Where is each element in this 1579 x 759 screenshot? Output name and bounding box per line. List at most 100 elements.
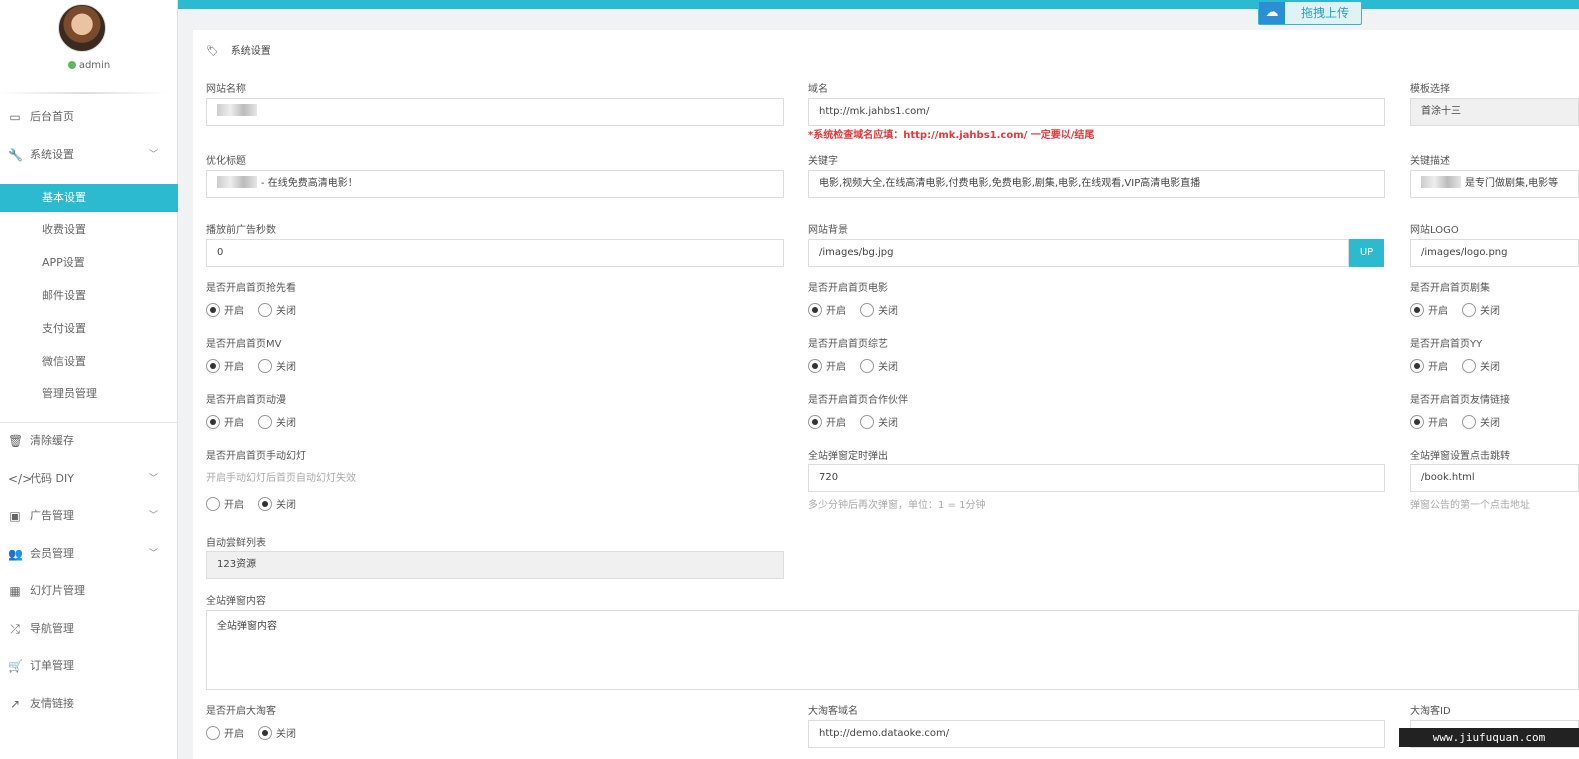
sidebar-subitem-admins[interactable]: 管理员管理 [0, 380, 178, 408]
sidebar-item-dashboard[interactable]: ▭ 后台首页 [0, 102, 178, 132]
sidebar-item-code-diy[interactable]: </> 代码 DIY ﹀ [0, 464, 178, 494]
divider [0, 422, 178, 423]
cart-icon: 🛒 [8, 659, 23, 673]
popup-content-textarea[interactable]: 全站弹窗内容 [206, 610, 1579, 690]
toggle-anime-label: 是否开启首页动漫 [206, 395, 286, 406]
radio-on[interactable] [206, 359, 220, 373]
description-value: 是专门做剧集,电影等 [1465, 178, 1559, 189]
wrench-icon: 🔧 [8, 148, 23, 162]
radio-on[interactable] [1410, 415, 1424, 429]
site-name-input[interactable] [206, 98, 784, 126]
radio-off[interactable] [258, 497, 272, 511]
radio-on-label: 开启 [224, 362, 244, 373]
sidebar-item-label: 会员管理 [30, 547, 74, 560]
radio-off[interactable] [258, 726, 272, 740]
sidebar-item-label: 导航管理 [30, 622, 74, 635]
sidebar-item-clear-cache[interactable]: 🗑 清除缓存 [0, 426, 178, 456]
keywords-input[interactable]: 电影,视频大全,在线高清电影,付费电影,免费电影,剧集,电影,在线观看,VIP高… [808, 170, 1385, 198]
sidebar-item-slides[interactable]: ▦ 幻灯片管理 [0, 576, 178, 606]
toggle-partner-label: 是否开启首页合作伙伴 [808, 395, 908, 406]
sidebar-subitem-app[interactable]: APP设置 [0, 249, 178, 277]
redacted-text [1421, 176, 1461, 188]
keywords-label: 关键字 [808, 156, 838, 167]
sidebar-item-system-settings[interactable]: 🔧 系统设置 ﹀ [0, 140, 178, 170]
radio-off[interactable] [860, 359, 874, 373]
radio-off[interactable] [860, 303, 874, 317]
toggle-preview-label: 是否开启首页抢先看 [206, 283, 296, 294]
toggle-series-label: 是否开启首页剧集 [1410, 283, 1490, 294]
dataoke-toggle-radios: 开启 关闭 [206, 725, 296, 741]
upload-background-button[interactable]: UP [1349, 239, 1384, 267]
toggle-preview-radios: 开启 关闭 [206, 302, 296, 318]
toggle-links-radios: 开启 关闭 [1410, 414, 1500, 430]
radio-on[interactable] [1410, 303, 1424, 317]
radio-on[interactable] [206, 303, 220, 317]
sidebar-subitem-basic[interactable]: 基本设置 [0, 184, 178, 212]
sidebar-subitem-payment[interactable]: 支付设置 [0, 315, 178, 343]
radio-on-label: 开启 [1428, 362, 1448, 373]
description-label: 关键描述 [1410, 156, 1450, 167]
sidebar-item-links[interactable]: ↗ 友情链接 [0, 689, 178, 719]
trash-icon: 🗑 [8, 434, 24, 448]
dataoke-id-label: 大淘客ID [1410, 706, 1451, 717]
ad-seconds-input[interactable]: 0 [206, 239, 784, 267]
toggle-slides-label: 是否开启首页手动幻灯 [206, 451, 306, 462]
sidebar-item-ads[interactable]: ▣ 广告管理 ﹀ [0, 501, 178, 531]
sidebar-item-orders[interactable]: 🛒 订单管理 [0, 651, 178, 681]
toggle-movie-radios: 开启 关闭 [808, 302, 898, 318]
sidebar-subitem-charges[interactable]: 收费设置 [0, 216, 178, 244]
radio-on[interactable] [808, 415, 822, 429]
radio-on[interactable] [1410, 359, 1424, 373]
background-input[interactable]: /images/bg.jpg [808, 239, 1349, 267]
seo-title-value: - 在线免费高清电影！ [261, 178, 358, 189]
sidebar-item-label: 系统设置 [30, 148, 74, 161]
radio-off-label: 关闭 [1480, 418, 1500, 429]
sidebar-item-label: 订单管理 [30, 659, 74, 672]
domain-input[interactable]: http://mk.jahbs1.com/ [808, 98, 1385, 126]
radio-off[interactable] [258, 303, 272, 317]
logo-input[interactable]: /images/logo.png [1410, 239, 1579, 267]
radio-on[interactable] [206, 726, 220, 740]
radio-off[interactable] [860, 415, 874, 429]
radio-off[interactable] [1462, 359, 1476, 373]
dataoke-toggle-label: 是否开启大淘客 [206, 706, 276, 717]
radio-off[interactable] [258, 415, 272, 429]
avatar[interactable] [58, 4, 106, 52]
sidebar-item-members[interactable]: 👥 会员管理 ﹀ [0, 539, 178, 569]
sidebar-item-label: 广告管理 [30, 509, 74, 522]
radio-off[interactable] [1462, 415, 1476, 429]
template-select[interactable]: 首涂十三 [1410, 98, 1579, 126]
top-bar [178, 0, 1579, 9]
radio-on[interactable] [808, 359, 822, 373]
breadcrumb: 🏷 系统设置 [206, 42, 271, 57]
radio-on-label: 开启 [224, 418, 244, 429]
popup-click-input[interactable]: /book.html [1410, 464, 1579, 492]
sidebar-item-label: 友情链接 [30, 697, 74, 710]
radio-on[interactable] [206, 497, 220, 511]
popup-timer-label: 全站弹窗定时弹出 [808, 451, 888, 462]
radio-off[interactable] [1462, 303, 1476, 317]
toggle-variety-radios: 开启 关闭 [808, 358, 898, 374]
auto-list-label: 自动尝鲜列表 [206, 538, 266, 549]
dataoke-domain-input[interactable]: http://demo.dataoke.com/ [808, 720, 1385, 748]
auto-list-select[interactable]: 123资源 [206, 551, 784, 579]
chevron-down-icon: ﹀ [148, 549, 158, 559]
popup-timer-input[interactable]: 720 [808, 464, 1385, 492]
seo-title-input[interactable]: - 在线免费高清电影！ [206, 170, 784, 198]
radio-on[interactable] [206, 415, 220, 429]
toggle-partner-radios: 开启 关闭 [808, 414, 898, 430]
description-input[interactable]: 是专门做剧集,电影等 [1410, 170, 1579, 198]
picture-icon: ▣ [9, 509, 21, 523]
ad-seconds-label: 播放前广告秒数 [206, 225, 276, 236]
toggle-slides-radios: 开启 关闭 [206, 496, 296, 512]
toggle-movie-label: 是否开启首页电影 [808, 283, 888, 294]
sidebar-subitem-wechat[interactable]: 微信设置 [0, 348, 178, 376]
radio-on[interactable] [808, 303, 822, 317]
radio-off[interactable] [258, 359, 272, 373]
drag-upload-button[interactable]: ☁ 拖拽上传 [1258, 1, 1362, 25]
radio-off-label: 关闭 [878, 362, 898, 373]
sidebar-item-navigation[interactable]: ⤮ 导航管理 [0, 614, 178, 644]
radio-on-label: 开启 [826, 418, 846, 429]
sidebar-subitem-mail[interactable]: 邮件设置 [0, 282, 178, 310]
user-status: admin [0, 60, 178, 71]
